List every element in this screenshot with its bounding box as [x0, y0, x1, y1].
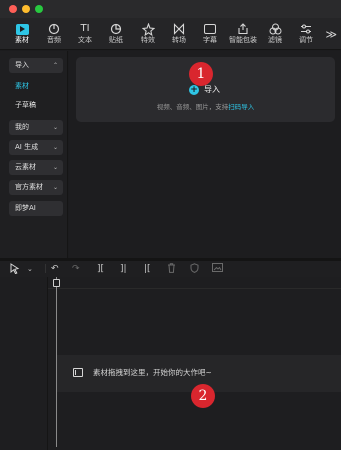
- track-empty-hint: 素材拖拽到这里，开始你的大作吧~: [93, 368, 212, 377]
- scan-import-link[interactable]: 扫码导入: [228, 103, 254, 111]
- close-window-button[interactable]: [9, 5, 17, 13]
- tab-filter[interactable]: 滤镜: [258, 22, 292, 48]
- undo-icon[interactable]: ↶: [51, 263, 59, 275]
- minimize-window-button[interactable]: [22, 5, 30, 13]
- select-cursor-icon[interactable]: [10, 263, 20, 275]
- tab-label: 特效: [141, 36, 155, 44]
- media-icon: [15, 23, 29, 35]
- tab-label: 字幕: [203, 36, 217, 44]
- sidebar-item-media[interactable]: 素材: [9, 79, 63, 94]
- chevron-down-icon: ⌄: [52, 164, 58, 171]
- tab-label: 调节: [299, 36, 313, 44]
- tab-label: 音频: [47, 36, 61, 44]
- tab-text[interactable]: TI 文本: [68, 22, 102, 48]
- timeline-toolbar: ⌄ | ↶ ↷ ][ ]| |[: [0, 261, 341, 277]
- annotation-badge-2: 2: [191, 384, 215, 408]
- adjust-icon: [289, 22, 323, 36]
- more-tools-icon[interactable]: ≫: [325, 28, 337, 41]
- tab-audio[interactable]: 音频: [37, 22, 71, 48]
- image-frame-icon[interactable]: [212, 263, 223, 275]
- tab-label: 贴纸: [109, 36, 123, 44]
- maximize-window-button[interactable]: [35, 5, 43, 13]
- tab-adjust[interactable]: 调节: [289, 22, 323, 48]
- effects-icon: [131, 22, 165, 36]
- sidebar-item-mine[interactable]: 我的 ⌄: [9, 120, 63, 135]
- transition-icon: [162, 22, 196, 36]
- tab-caption[interactable]: 字幕: [193, 22, 227, 48]
- chevron-up-icon: ⌃: [52, 62, 58, 69]
- import-hint-text: 视频、音频、图片，支持: [156, 103, 229, 111]
- timeline-ruler[interactable]: [48, 277, 341, 289]
- film-icon: [73, 368, 83, 377]
- filter-icon: [258, 22, 292, 36]
- smart-package-icon: [226, 22, 260, 36]
- caption-icon: [204, 24, 216, 34]
- sidebar-item-label: 素材: [15, 82, 29, 90]
- redo-icon[interactable]: ↷: [72, 263, 80, 275]
- sidebar-item-cloud-media[interactable]: 云素材 ⌄: [9, 160, 63, 175]
- plus-icon: +: [189, 84, 199, 95]
- sticker-icon: [99, 22, 133, 36]
- sidebar-item-label: 子草稿: [15, 101, 36, 109]
- tab-label: 文本: [78, 36, 92, 44]
- tab-label: 素材: [15, 36, 29, 44]
- tab-effects[interactable]: 特效: [131, 22, 165, 48]
- split-icon[interactable]: ][: [97, 263, 104, 275]
- sidebar-item-label: AI 生成: [15, 143, 39, 151]
- chevron-down-icon: ⌄: [52, 184, 58, 191]
- toolbar-separator: |: [44, 264, 48, 274]
- tab-smart-package[interactable]: 智能包装: [226, 22, 260, 48]
- audio-icon: [37, 22, 71, 36]
- import-hint: 视频、音频、图片，支持扫码导入: [76, 101, 335, 111]
- sidebar-item-jimeng-ai[interactable]: 即梦AI: [9, 201, 63, 216]
- sidebar-item-label: 官方素材: [15, 183, 43, 191]
- annotation-badge-1: 1: [189, 62, 213, 86]
- sidebar-item-label: 我的: [15, 123, 29, 131]
- sidebar-item-label: 即梦AI: [15, 204, 36, 212]
- tab-media[interactable]: 素材: [5, 22, 39, 48]
- title-bar: [0, 0, 341, 18]
- tab-transition[interactable]: 转场: [162, 22, 196, 48]
- shield-icon[interactable]: [190, 263, 199, 275]
- delete-icon[interactable]: [167, 263, 176, 275]
- import-label: 导入: [204, 85, 220, 94]
- split-left-icon[interactable]: ]|: [120, 263, 127, 275]
- sidebar-item-label: 云素材: [15, 163, 36, 171]
- playhead-handle[interactable]: [53, 279, 60, 287]
- split-right-icon[interactable]: |[: [144, 263, 151, 275]
- chevron-down-icon: ⌄: [52, 144, 58, 151]
- tab-label: 智能包装: [229, 36, 257, 44]
- tab-label: 转场: [172, 36, 186, 44]
- import-button[interactable]: + 导入: [189, 84, 220, 95]
- chevron-down-icon: ⌄: [52, 124, 58, 131]
- sidebar-item-label: 导入: [15, 61, 29, 69]
- tab-label: 滤镜: [268, 36, 282, 44]
- sidebar-item-import[interactable]: 导入 ⌃: [9, 58, 63, 73]
- sidebar-item-sub-draft[interactable]: 子草稿: [9, 98, 63, 113]
- track-header-column: [0, 277, 48, 450]
- media-sidebar: 导入 ⌃ 素材 子草稿 我的 ⌄ AI 生成 ⌄ 云素材 ⌄ 官方素材 ⌄ 即梦…: [0, 51, 68, 258]
- tab-sticker[interactable]: 贴纸: [99, 22, 133, 48]
- main-toolbar: 素材 音频 TI 文本 贴纸 特效 转场 字幕 智能包装 滤镜 调节 ≫: [0, 18, 341, 50]
- text-icon: TI: [80, 23, 90, 34]
- playhead-line[interactable]: [56, 277, 57, 447]
- sidebar-item-ai-generate[interactable]: AI 生成 ⌄: [9, 140, 63, 155]
- sidebar-item-official-media[interactable]: 官方素材 ⌄: [9, 180, 63, 195]
- chevron-down-icon[interactable]: ⌄: [27, 263, 33, 275]
